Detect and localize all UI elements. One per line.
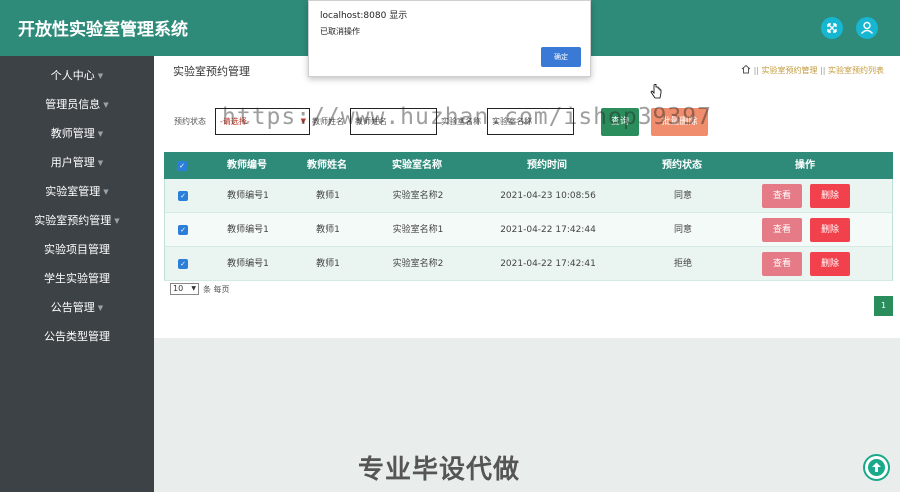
- chevron-down-icon: ▼: [103, 101, 109, 109]
- watermark-text: https://www.huzhan.com/ishop39397: [222, 104, 712, 130]
- alert-dialog: localhost:8080 显示 已取消操作 确定: [308, 0, 591, 77]
- sidebar-item-student-experiment[interactable]: 学生实验管理: [0, 266, 154, 292]
- column-header-teacher-id: 教师编号: [227, 160, 267, 171]
- page-size-select[interactable]: 10 ▼: [170, 283, 199, 295]
- cell-lab-name: 实验室名称2: [392, 259, 444, 269]
- sidebar-item-label: 管理员信息: [45, 98, 101, 111]
- row-checkbox[interactable]: ✓: [178, 259, 188, 269]
- view-button[interactable]: 查看: [762, 184, 802, 208]
- table-row: ✓ 教师编号1 教师1 实验室名称2 2021-04-23 10:08:56 同…: [164, 179, 893, 213]
- cell-status: 同意: [673, 225, 692, 235]
- chevron-down-icon: ▼: [97, 130, 104, 138]
- table-header: ✓ 教师编号 教师姓名 实验室名称 预约时间 预约状态 操作: [164, 152, 893, 179]
- cell-teacher-id: 教师编号1: [227, 259, 269, 269]
- column-header-actions: 操作: [795, 160, 815, 171]
- fullscreen-icon[interactable]: [821, 17, 843, 39]
- cell-teacher-id: 教师编号1: [227, 225, 269, 235]
- sidebar-item-notice-type[interactable]: 公告类型管理: [0, 324, 154, 350]
- home-icon[interactable]: [741, 64, 751, 74]
- back-to-top-button[interactable]: [863, 454, 890, 481]
- dialog-ok-button[interactable]: 确定: [541, 47, 581, 67]
- sidebar-item-label: 学生实验管理: [44, 272, 110, 285]
- sidebar-item-user-management[interactable]: 用户管理 ▼: [0, 150, 154, 176]
- column-header-teacher-name: 教师姓名: [307, 160, 347, 171]
- cell-status: 拒绝: [673, 259, 692, 269]
- page-size-value: 10: [173, 284, 184, 293]
- dialog-title: localhost:8080 显示: [320, 11, 408, 21]
- sidebar-item-personal-center[interactable]: 个人中心 ▼: [0, 63, 154, 89]
- sidebar-item-label: 教师管理: [50, 127, 95, 140]
- cell-teacher-name: 教师1: [316, 259, 340, 269]
- breadcrumb-level1[interactable]: 实验室预约管理: [762, 66, 818, 75]
- dialog-message: 已取消操作: [320, 27, 360, 36]
- view-button[interactable]: 查看: [762, 252, 802, 276]
- sidebar-item-lab-management[interactable]: 实验室管理 ▼: [0, 179, 154, 205]
- cell-teacher-name: 教师1: [316, 191, 340, 201]
- cell-teacher-name: 教师1: [316, 225, 340, 235]
- main-content: 实验室预约管理 || 实验室预约管理 || 实验室预约列表 预约状态 -请选择-…: [154, 56, 900, 338]
- cell-teacher-id: 教师编号1: [227, 191, 269, 201]
- sidebar-item-label: 实验项目管理: [44, 243, 110, 256]
- table-row: ✓ 教师编号1 教师1 实验室名称2 2021-04-22 17:42:41 拒…: [164, 247, 893, 281]
- sidebar: 个人中心 ▼ 管理员信息 ▼ 教师管理 ▼ 用户管理 ▼ 实验室管理 ▼ 实验室预约管理 ▼…: [0, 56, 154, 492]
- sidebar-item-label: 公告管理: [50, 301, 95, 314]
- chevron-down-icon: ▼: [103, 188, 109, 196]
- breadcrumb-separator: ||: [820, 66, 826, 75]
- chevron-down-icon: ▼: [97, 304, 104, 312]
- sidebar-item-teacher-management[interactable]: 教师管理 ▼: [0, 121, 154, 147]
- column-header-lab-name: 实验室名称: [392, 160, 442, 171]
- sidebar-item-label: 实验室预约管理: [34, 214, 112, 227]
- sidebar-item-label: 用户管理: [50, 156, 95, 169]
- cell-lab-name: 实验室名称1: [392, 225, 444, 235]
- cell-time: 2021-04-22 17:42:41: [500, 259, 596, 269]
- page-title: 实验室预约管理: [173, 65, 250, 78]
- sidebar-item-label: 个人中心: [50, 69, 95, 82]
- chevron-down-icon: ▼: [97, 72, 104, 80]
- page-button-current[interactable]: 1: [874, 296, 893, 316]
- delete-button[interactable]: 删除: [810, 218, 850, 242]
- row-checkbox[interactable]: ✓: [178, 191, 188, 201]
- column-header-status: 预约状态: [662, 160, 702, 171]
- delete-button[interactable]: 删除: [810, 184, 850, 208]
- hand-cursor-icon: [650, 84, 662, 99]
- delete-button[interactable]: 删除: [810, 252, 850, 276]
- app-title: 开放性实验室管理系统: [18, 20, 188, 40]
- sidebar-item-admin-info[interactable]: 管理员信息 ▼: [0, 92, 154, 118]
- status-filter-label: 预约状态: [174, 117, 206, 126]
- select-all-checkbox[interactable]: ✓: [177, 161, 187, 171]
- table-row: ✓ 教师编号1 教师1 实验室名称1 2021-04-22 17:42:44 同…: [164, 213, 893, 247]
- user-icon[interactable]: [856, 17, 878, 39]
- arrow-up-icon: [868, 459, 885, 476]
- chevron-down-icon: ▼: [114, 217, 120, 225]
- sidebar-item-lab-project[interactable]: 实验项目管理: [0, 237, 154, 263]
- view-button[interactable]: 查看: [762, 218, 802, 242]
- cell-status: 同意: [673, 191, 692, 201]
- cell-time: 2021-04-22 17:42:44: [500, 225, 596, 235]
- cell-time: 2021-04-23 10:08:56: [500, 191, 596, 201]
- breadcrumb-separator: ||: [753, 66, 759, 75]
- sidebar-item-label: 公告类型管理: [44, 330, 110, 343]
- row-checkbox[interactable]: ✓: [178, 225, 188, 235]
- cell-lab-name: 实验室名称2: [392, 191, 444, 201]
- page-size-label: 条 每页: [203, 285, 230, 294]
- sidebar-item-notice-management[interactable]: 公告管理 ▼: [0, 295, 154, 321]
- breadcrumb: || 实验室预约管理 || 实验室预约列表: [741, 64, 884, 76]
- sidebar-item-label: 实验室管理: [45, 185, 101, 198]
- chevron-down-icon: ▼: [97, 159, 104, 167]
- promo-text: 专业毕设代做: [358, 455, 521, 485]
- column-header-time: 预约时间: [527, 160, 567, 171]
- chevron-down-icon: ▼: [191, 285, 196, 292]
- sidebar-item-lab-reservation[interactable]: 实验室预约管理 ▼: [0, 208, 154, 234]
- breadcrumb-level2: 实验室预约列表: [828, 66, 884, 75]
